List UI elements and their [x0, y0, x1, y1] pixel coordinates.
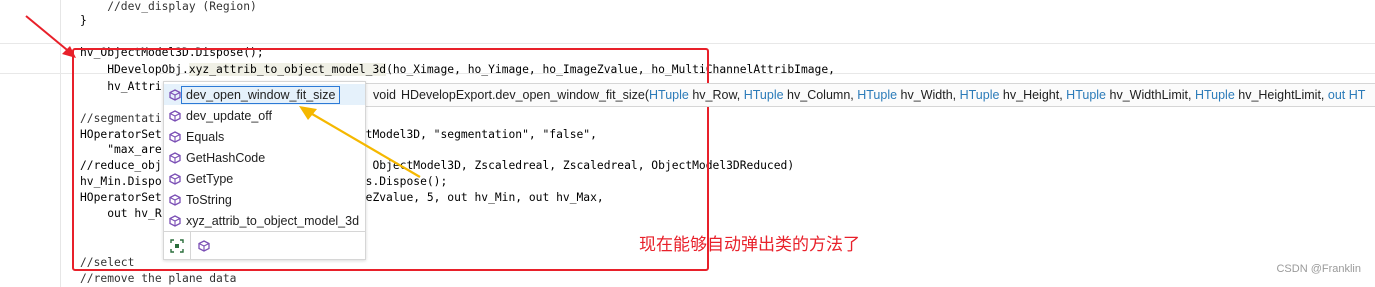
expand-filter-button[interactable]: [164, 233, 190, 259]
code-line-18[interactable]: //remove the plane data: [80, 271, 236, 287]
annotation-text: 现在能够自动弹出类的方法了: [639, 235, 860, 255]
completion-item-label: dev_open_window_fit_size: [181, 85, 341, 104]
param-type: HTuple: [857, 88, 898, 102]
param-type: HTuple: [743, 88, 784, 102]
param-name: hv_WidthLimit,: [1106, 88, 1195, 102]
param-name: hv_Row,: [688, 88, 744, 102]
expand-icon: [170, 239, 184, 253]
method-filter-button[interactable]: [191, 233, 217, 259]
method-cube-icon: [164, 130, 186, 143]
signature-params: HTuple hv_Row, HTuple hv_Column, HTuple …: [649, 88, 1365, 102]
method-cube-icon: [164, 193, 186, 206]
completion-item-label: GetType: [186, 171, 234, 186]
param-type: HTuple: [1066, 88, 1107, 102]
completion-item-label: Equals: [186, 129, 225, 144]
line-separator: [0, 43, 1375, 44]
method-cube-icon: [164, 214, 186, 227]
completion-item-label: xyz_attrib_to_object_model_3d: [186, 213, 360, 228]
param-name: hv_HeightLimit,: [1234, 88, 1328, 102]
param-type: out HT: [1327, 88, 1366, 102]
param-name: hv_Width,: [897, 88, 960, 102]
popup-filter-bar: [164, 231, 365, 260]
completion-item-label: GetHashCode: [186, 150, 266, 165]
completion-item[interactable]: dev_open_window_fit_size: [164, 84, 365, 105]
completion-item-label: dev_update_off: [186, 108, 272, 123]
method-cube-icon: [164, 109, 186, 122]
method-cube-icon: [164, 172, 186, 185]
annotation-arrow-left: [25, 15, 76, 58]
completion-item[interactable]: ToString: [164, 189, 365, 210]
completion-item-label: ToString: [186, 192, 232, 207]
watermark: CSDN @Franklin: [1276, 263, 1361, 275]
signature-help-tooltip: void HDevelopExport.dev_open_window_fit_…: [364, 83, 1375, 107]
param-type: HTuple: [649, 88, 689, 102]
code-line-1[interactable]: //dev_display (Region): [80, 0, 257, 15]
signature-method: HDevelopExport.dev_open_window_fit_size(: [400, 88, 649, 102]
completion-item[interactable]: xyz_attrib_to_object_model_3d: [164, 210, 365, 231]
param-name: hv_Height,: [999, 88, 1067, 102]
param-name: hv_Column,: [783, 88, 858, 102]
method-cube-icon: [198, 240, 210, 252]
param-type: HTuple: [1194, 88, 1235, 102]
signature-return-type: void: [373, 88, 396, 102]
method-cube-icon: [164, 151, 186, 164]
highlight-arrow: [299, 106, 421, 178]
param-type: HTuple: [959, 88, 1000, 102]
